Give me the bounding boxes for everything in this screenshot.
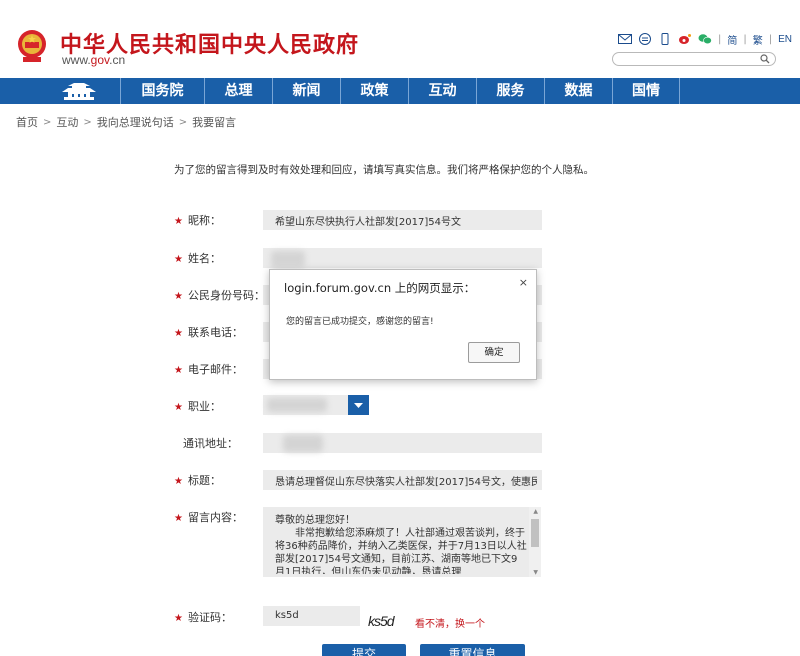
job-select-value[interactable]: [263, 395, 348, 415]
national-emblem-icon: [18, 30, 46, 62]
dialog-title: login.forum.gov.cn 上的网页显示：: [284, 281, 476, 295]
lang-traditional-link[interactable]: 繁: [753, 32, 763, 47]
content-value: 尊敬的总理您好！ 非常抱歉给您添麻烦了！人社部通过艰苦谈判，终于将36种药品降价…: [275, 515, 527, 574]
content-scrollbar[interactable]: ▲ ▼: [529, 507, 541, 577]
search-input[interactable]: [612, 52, 776, 66]
breadcrumb-home[interactable]: 首页: [16, 114, 38, 130]
privacy-notice: 为了您的留言得到及时有效处理和回应，请填写真实信息。我们将严格保护您的个人隐私。: [174, 164, 594, 176]
nav-item-news[interactable]: 新闻: [272, 78, 340, 104]
nav-item-interaction[interactable]: 互动: [408, 78, 476, 104]
ok-button[interactable]: 确定: [468, 342, 520, 363]
url-prefix: www.: [62, 53, 91, 67]
redacted-value: [271, 251, 305, 267]
name-field[interactable]: [263, 248, 542, 268]
phone-label: ★ 联系电话：: [174, 324, 243, 340]
nickname-label: ★ 昵称：: [174, 212, 221, 228]
content-label-text: 留言内容：: [187, 511, 243, 524]
chevron-right-icon: >: [178, 116, 188, 128]
nickname-field[interactable]: 希望山东尽快执行人社部发[2017]54号文: [263, 210, 542, 230]
subject-field[interactable]: 恳请总理督促山东尽快落实人社部发[2017]54号文，使惠民政策尽快: [263, 470, 542, 490]
dialog-message: 您的留言已成功提交，感谢您的留言!: [286, 317, 434, 327]
required-mark: ★: [174, 402, 183, 413]
nav-item-premier[interactable]: 总理: [204, 78, 272, 104]
chat-icon[interactable]: [638, 33, 652, 45]
redacted-value: [267, 398, 327, 412]
content-textarea[interactable]: 尊敬的总理您好！ 非常抱歉给您添麻烦了！人社部通过艰苦谈判，终于将36种药品降价…: [263, 507, 541, 577]
subject-label-text: 标题：: [187, 474, 221, 487]
mail-icon[interactable]: [618, 33, 632, 45]
id-number-label: ★ 公民身份号码：: [174, 287, 265, 303]
required-mark: ★: [174, 254, 183, 265]
required-mark: ★: [174, 328, 183, 339]
dropdown-arrow[interactable]: [348, 395, 369, 415]
search-icon[interactable]: [760, 54, 770, 64]
nav-item-national-info[interactable]: 国情: [612, 78, 680, 104]
reset-button[interactable]: 重置信息: [420, 644, 525, 656]
scroll-up-icon[interactable]: ▲: [533, 508, 538, 515]
site-url: www.gov.cn: [62, 53, 125, 67]
nav-item-data[interactable]: 数据: [544, 78, 612, 104]
url-brand: gov: [90, 53, 110, 67]
submit-button[interactable]: 提交: [322, 644, 406, 656]
divider: |: [718, 33, 722, 45]
job-label: ★ 职业：: [174, 398, 221, 414]
site-header: 中华人民共和国中央人民政府 www.gov.cn | 简 | 繁 | EN: [0, 0, 800, 78]
captcha-value: ks5d: [275, 610, 299, 621]
lang-simplified-link[interactable]: 简: [727, 32, 737, 47]
subject-label: ★ 标题：: [174, 472, 221, 488]
url-suffix: .cn: [109, 53, 126, 67]
captcha-input[interactable]: ks5d: [263, 606, 360, 626]
breadcrumb-talk-to-premier[interactable]: 我向总理说句话: [97, 114, 174, 130]
mobile-icon[interactable]: [658, 33, 672, 45]
address-field[interactable]: [263, 433, 542, 453]
required-mark: ★: [174, 613, 183, 624]
chevron-right-icon: >: [83, 116, 92, 128]
nickname-label-text: 昵称：: [187, 214, 221, 227]
breadcrumb-interaction[interactable]: 互动: [56, 114, 78, 130]
captcha-label-text: 验证码：: [187, 611, 232, 624]
tiananmen-icon: [62, 83, 96, 100]
name-label: ★ 姓名：: [174, 250, 221, 266]
scroll-down-icon[interactable]: ▼: [533, 569, 538, 576]
subject-value: 恳请总理督促山东尽快落实人社部发[2017]54号文，使惠民政策尽快: [275, 477, 537, 488]
captcha-label: ★ 验证码：: [174, 609, 232, 625]
alert-dialog: login.forum.gov.cn 上的网页显示： × 您的留言已成功提交，感…: [269, 269, 537, 380]
name-label-text: 姓名：: [187, 252, 221, 265]
captcha-image: ks5d: [368, 613, 395, 629]
chevron-right-icon: >: [43, 116, 52, 128]
nav-item-policy[interactable]: 政策: [340, 78, 408, 104]
close-icon[interactable]: ×: [519, 276, 528, 289]
address-label: 通讯地址：: [183, 437, 238, 450]
required-mark: ★: [174, 513, 183, 524]
breadcrumb-leave-message[interactable]: 我要留言: [192, 114, 236, 130]
redacted-value: [283, 435, 323, 452]
nav-item-services[interactable]: 服务: [476, 78, 544, 104]
phone-label-text: 联系电话：: [187, 326, 243, 339]
divider: |: [768, 33, 773, 45]
divider: |: [743, 33, 747, 45]
nav-home[interactable]: [0, 78, 120, 104]
required-mark: ★: [174, 291, 183, 302]
nav-item-state-council[interactable]: 国务院: [120, 78, 204, 104]
required-mark: ★: [174, 476, 183, 487]
content-label: ★ 留言内容：: [174, 509, 243, 525]
email-label-text: 电子邮件：: [187, 363, 243, 376]
job-label-text: 职业：: [187, 400, 221, 413]
required-mark: ★: [174, 365, 183, 376]
id-number-label-text: 公民身份号码：: [187, 289, 265, 302]
header-tools: | 简 | 繁 | EN: [618, 32, 792, 47]
job-select[interactable]: [263, 395, 369, 415]
lang-english-link[interactable]: EN: [778, 34, 792, 45]
caret-down-icon: [354, 403, 363, 408]
wechat-icon[interactable]: [698, 33, 712, 45]
scroll-thumb[interactable]: [531, 519, 539, 547]
required-mark: ★: [174, 216, 183, 227]
main-nav: 国务院 总理 新闻 政策 互动 服务 数据 国情: [0, 78, 800, 104]
captcha-refresh-link[interactable]: 看不清，换一个: [415, 615, 485, 630]
nickname-value: 希望山东尽快执行人社部发[2017]54号文: [275, 217, 461, 228]
breadcrumb: 首页 > 互动 > 我向总理说句话 > 我要留言: [16, 114, 236, 130]
email-label: ★ 电子邮件：: [174, 361, 243, 377]
weibo-icon[interactable]: [678, 33, 692, 45]
